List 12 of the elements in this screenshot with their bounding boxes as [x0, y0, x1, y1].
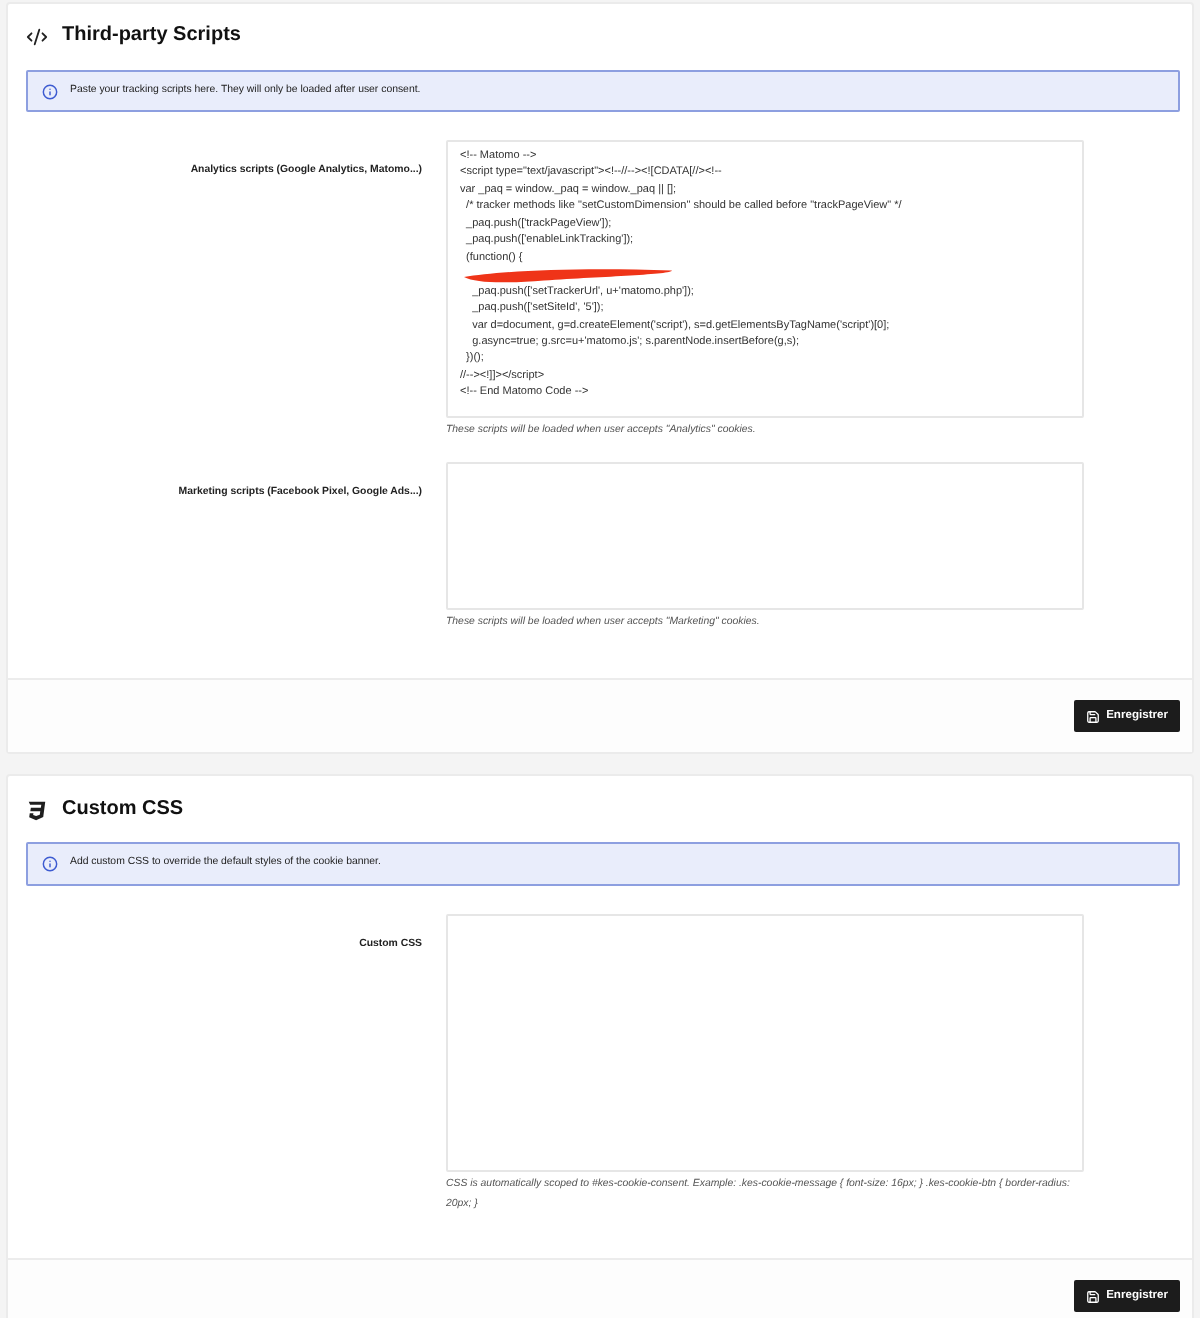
save-icon [1086, 1289, 1101, 1303]
code-icon [26, 25, 48, 47]
redaction-scribble-icon [464, 265, 672, 284]
textarea-field[interactable] [446, 140, 1084, 418]
textarea-field[interactable] [446, 462, 1084, 610]
info-icon [42, 856, 58, 872]
textarea-field[interactable] [446, 914, 1084, 1172]
css-icon [26, 799, 48, 821]
info-icon [42, 83, 58, 99]
save-icon [1086, 709, 1101, 723]
section-title: Third-party Scripts [62, 22, 241, 50]
section-title: Custom CSS [62, 796, 184, 824]
